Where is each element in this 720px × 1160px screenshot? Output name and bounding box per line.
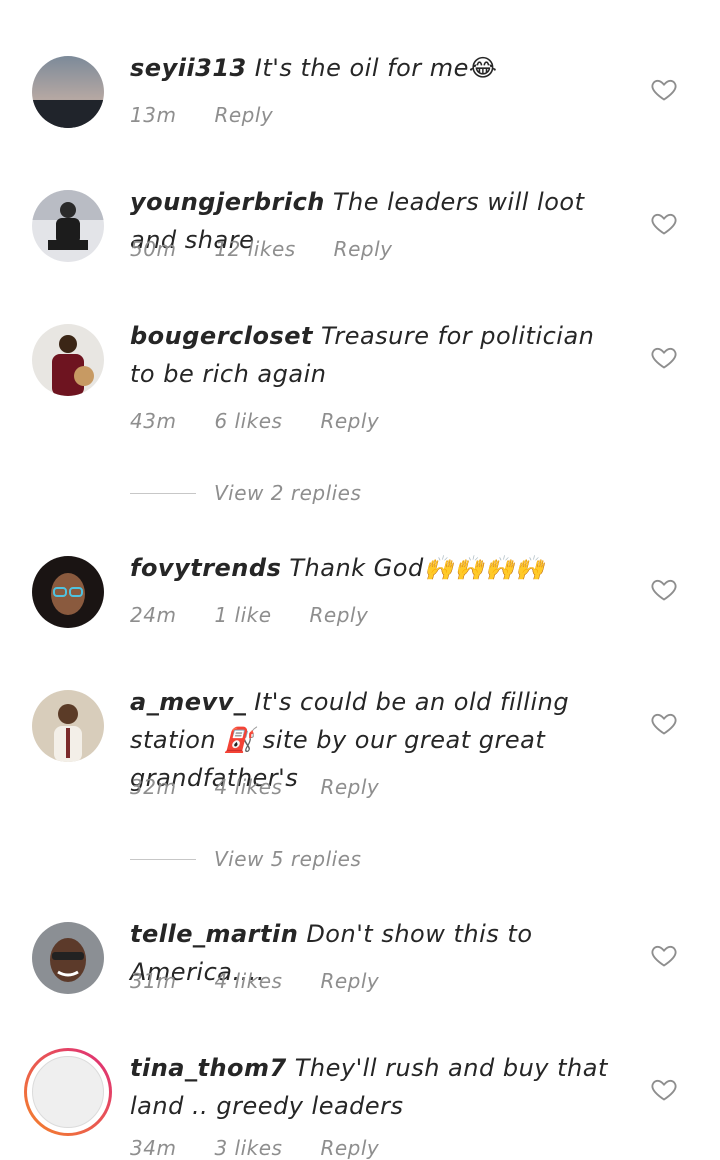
comment-time: 31m	[130, 969, 177, 993]
comment-username[interactable]: a_mevv_	[130, 688, 246, 716]
reply-button[interactable]: Reply	[320, 409, 379, 433]
comment-time: 24m	[130, 603, 177, 627]
comment-meta: 24m 1 like Reply	[130, 603, 368, 627]
reply-button[interactable]: Reply	[334, 237, 393, 261]
comment-meta: 34m 3 likes Reply	[130, 1136, 379, 1160]
comment-username[interactable]: seyii313	[130, 54, 247, 82]
comment-time: 13m	[130, 103, 177, 127]
comment-meta: 13m Reply	[130, 103, 273, 127]
comment-likes[interactable]: 3 likes	[214, 1136, 282, 1160]
heart-icon[interactable]	[650, 209, 678, 237]
avatar[interactable]	[32, 190, 104, 262]
view-replies-button[interactable]: View 2 replies	[130, 481, 361, 505]
view-replies-label: View 5 replies	[214, 847, 362, 871]
comment-text-block: fovytrends Thank God🙌🙌🙌🙌	[130, 549, 622, 587]
comment-likes[interactable]: 4 likes	[214, 775, 282, 799]
avatar[interactable]	[32, 56, 104, 128]
comment-text: It's the oil for me😂	[254, 54, 498, 82]
reply-button[interactable]: Reply	[320, 1136, 379, 1160]
comment-username[interactable]: telle_martin	[130, 920, 298, 948]
comment-likes[interactable]: 6 likes	[214, 409, 282, 433]
avatar[interactable]	[32, 690, 104, 762]
avatar	[32, 1056, 104, 1128]
reply-button[interactable]: Reply	[320, 969, 379, 993]
heart-icon[interactable]	[650, 709, 678, 737]
view-replies-label: View 2 replies	[214, 481, 362, 505]
avatar[interactable]	[32, 556, 104, 628]
comment-username[interactable]: youngjerbrich	[130, 188, 325, 216]
story-ring-avatar[interactable]	[24, 1048, 112, 1136]
comment-username[interactable]: bougercloset	[130, 322, 313, 350]
comment-text: Thank God🙌🙌🙌🙌	[289, 554, 546, 582]
comment-username[interactable]: fovytrends	[130, 554, 281, 582]
comment-meta: 31m 4 likes Reply	[130, 969, 379, 993]
comment-likes[interactable]: 12 likes	[214, 237, 295, 261]
reply-button[interactable]: Reply	[320, 775, 379, 799]
heart-icon[interactable]	[650, 1075, 678, 1103]
reply-button[interactable]: Reply	[214, 103, 273, 127]
comment-username[interactable]: tina_thom7	[130, 1054, 287, 1082]
comment-meta: 50m 12 likes Reply	[130, 237, 392, 261]
comment-time: 50m	[130, 237, 177, 261]
comment-text-block: seyii313 It's the oil for me😂	[130, 49, 622, 87]
heart-icon[interactable]	[650, 75, 678, 103]
heart-icon[interactable]	[650, 575, 678, 603]
heart-icon[interactable]	[650, 941, 678, 969]
comment-time: 34m	[130, 1136, 177, 1160]
comment-meta: 32m 4 likes Reply	[130, 775, 379, 799]
avatar[interactable]	[32, 324, 104, 396]
comment-text-block: tina_thom7 They'll rush and buy that land…	[130, 1049, 622, 1125]
comment-time: 43m	[130, 409, 177, 433]
comment-meta: 43m 6 likes Reply	[130, 409, 379, 433]
comment-time: 32m	[130, 775, 177, 799]
divider	[130, 492, 196, 494]
comment-likes[interactable]: 4 likes	[214, 969, 282, 993]
divider	[130, 858, 196, 860]
comment-text-block: bougercloset Treasure for politician to b…	[130, 317, 622, 393]
avatar[interactable]	[32, 922, 104, 994]
view-replies-button[interactable]: View 5 replies	[130, 847, 361, 871]
heart-icon[interactable]	[650, 343, 678, 371]
reply-button[interactable]: Reply	[310, 603, 369, 627]
comment-likes[interactable]: 1 like	[214, 603, 271, 627]
